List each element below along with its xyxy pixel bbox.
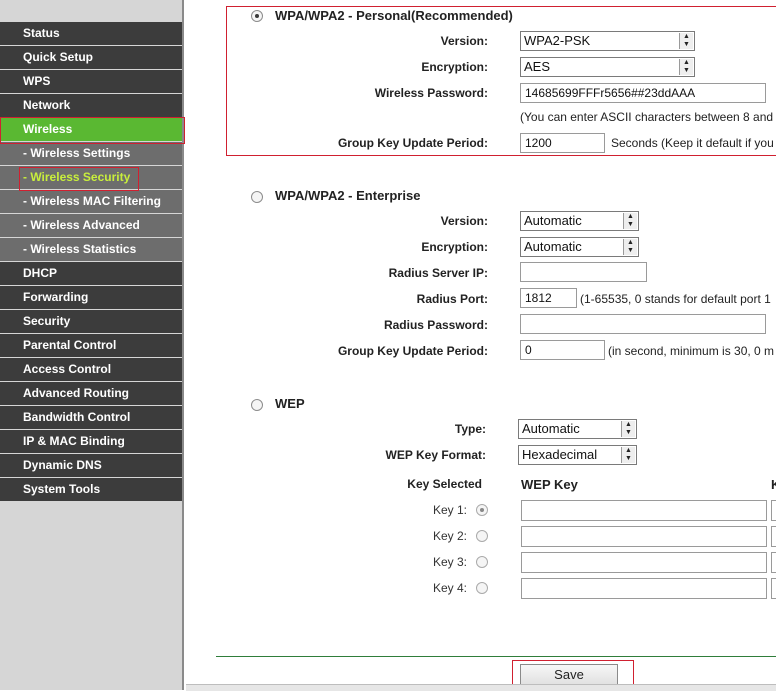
personal-gkup-input[interactable]: 1200 xyxy=(520,133,605,153)
personal-encryption-value: AES xyxy=(524,59,551,74)
wireless-password-input[interactable]: 14685699FFFr5656##23ddAAA xyxy=(520,83,766,103)
enterprise-version-label: Version: xyxy=(440,214,488,228)
personal-encryption-select[interactable]: AES ▲ ▼ xyxy=(520,57,695,77)
wep-type-value: Automatic xyxy=(522,421,580,436)
wep-key-extra-field[interactable] xyxy=(771,552,776,573)
clipped-column-header: K xyxy=(771,477,776,492)
radius-server-ip-label: Radius Server IP: xyxy=(388,266,488,280)
key-selected-header: Key Selected xyxy=(407,477,482,491)
wep-key-format-select[interactable]: Hexadecimal ▲ ▼ xyxy=(518,445,637,465)
radius-password-label: Radius Password: xyxy=(383,318,488,332)
wep-key-label: Key 2: xyxy=(432,529,467,543)
sidebar-item-advanced-routing[interactable]: Advanced Routing xyxy=(0,382,182,405)
enterprise-version-select[interactable]: Automatic ▲ ▼ xyxy=(520,211,639,231)
enterprise-encryption-value: Automatic xyxy=(524,239,582,254)
wep-key-input[interactable] xyxy=(521,552,767,573)
wep-key-label: Key 4: xyxy=(432,581,467,595)
sidebar-item-parental-control[interactable]: Parental Control xyxy=(0,334,182,357)
chevron-updown-icon: ▲ ▼ xyxy=(621,447,635,463)
wep-key-extra-field[interactable] xyxy=(771,578,776,599)
wep-key-radio[interactable] xyxy=(476,530,488,542)
save-button[interactable]: Save xyxy=(520,664,618,686)
wep-key-label: Key 3: xyxy=(432,555,467,569)
wep-key-radio[interactable] xyxy=(476,582,488,594)
sidebar-item-wireless-settings[interactable]: - Wireless Settings xyxy=(0,142,182,165)
enterprise-gkup-hint: (in second, minimum is 30, 0 m xyxy=(608,344,775,358)
sidebar-item-wireless-mac-filtering[interactable]: - Wireless MAC Filtering xyxy=(0,190,182,213)
sidebar-item-wireless-security[interactable]: - Wireless Security xyxy=(0,166,182,189)
wireless-password-label: Wireless Password: xyxy=(374,86,488,100)
wep-key-extra-field[interactable] xyxy=(771,526,776,547)
radius-port-input[interactable]: 1812 xyxy=(520,288,577,308)
sidebar-item-dhcp[interactable]: DHCP xyxy=(0,262,182,285)
personal-encryption-label: Encryption: xyxy=(421,60,488,74)
chevron-updown-icon: ▲ ▼ xyxy=(623,239,637,255)
enterprise-version-value: Automatic xyxy=(524,213,582,228)
wep-key-radio[interactable] xyxy=(476,556,488,568)
wep-key-format-label: WEP Key Format: xyxy=(385,448,486,462)
nav-list: Status Quick Setup WPS Network Wireless - Wir… xyxy=(0,22,182,502)
sidebar-item-access-control[interactable]: Access Control xyxy=(0,358,182,381)
radius-port-label: Radius Port: xyxy=(416,292,488,306)
wep-key-radio[interactable] xyxy=(476,504,488,516)
sidebar-item-forwarding[interactable]: Forwarding xyxy=(0,286,182,309)
password-hint: (You can enter ASCII characters between … xyxy=(520,110,774,124)
sidebar-item-status[interactable]: Status xyxy=(0,22,182,45)
sidebar-item-network[interactable]: Network xyxy=(0,94,182,117)
sidebar-item-quick-setup[interactable]: Quick Setup xyxy=(0,46,182,69)
wep-key-input[interactable] xyxy=(521,578,767,599)
sidebar-item-system-tools[interactable]: System Tools xyxy=(0,478,182,501)
personal-version-select[interactable]: WPA2-PSK ▲ ▼ xyxy=(520,31,695,51)
wep-radio[interactable] xyxy=(251,399,263,411)
sidebar-item-ip-mac-binding[interactable]: IP & MAC Binding xyxy=(0,430,182,453)
personal-version-value: WPA2-PSK xyxy=(524,33,591,48)
wep-key-format-value: Hexadecimal xyxy=(522,447,598,462)
chevron-updown-icon: ▲ ▼ xyxy=(679,59,693,75)
wep-type-select[interactable]: Automatic ▲ ▼ xyxy=(518,419,637,439)
sidebar-item-wireless-advanced[interactable]: - Wireless Advanced xyxy=(0,214,182,237)
enterprise-gkup-input[interactable]: 0 xyxy=(520,340,605,360)
sidebar-item-bandwidth-control[interactable]: Bandwidth Control xyxy=(0,406,182,429)
enterprise-gkup-label: Group Key Update Period: xyxy=(337,344,488,358)
wep-type-label: Type: xyxy=(454,422,486,436)
main-content: WPA/WPA2 - Personal(Recommended) Version… xyxy=(184,0,776,690)
footer-divider xyxy=(216,656,776,657)
chevron-updown-icon: ▲ ▼ xyxy=(621,421,635,437)
highlight-box-personal xyxy=(226,6,776,156)
chevron-updown-icon: ▲ ▼ xyxy=(623,213,637,229)
sidebar-item-security[interactable]: Security xyxy=(0,310,182,333)
radius-port-hint: (1-65535, 0 stands for default port 1 xyxy=(580,292,771,306)
wep-title: WEP xyxy=(275,396,305,411)
personal-gkup-hint: Seconds (Keep it default if you xyxy=(611,136,774,150)
wep-key-input[interactable] xyxy=(521,500,767,521)
sidebar-item-wps[interactable]: WPS xyxy=(0,70,182,93)
personal-title: WPA/WPA2 - Personal(Recommended) xyxy=(275,8,513,23)
wep-key-header: WEP Key xyxy=(521,477,578,492)
wep-key-extra-field[interactable] xyxy=(771,500,776,521)
personal-radio[interactable] xyxy=(251,10,263,22)
sidebar-item-wireless-statistics[interactable]: - Wireless Statistics xyxy=(0,238,182,261)
enterprise-encryption-label: Encryption: xyxy=(421,240,488,254)
sidebar-menu: Status Quick Setup WPS Network Wireless - Wir… xyxy=(0,0,182,690)
sidebar-item-dynamic-dns[interactable]: Dynamic DNS xyxy=(0,454,182,477)
enterprise-encryption-select[interactable]: Automatic ▲ ▼ xyxy=(520,237,639,257)
chevron-updown-icon: ▲ ▼ xyxy=(679,33,693,49)
enterprise-radio[interactable] xyxy=(251,191,263,203)
personal-gkup-label: Group Key Update Period: xyxy=(337,136,488,150)
wep-key-label: Key 1: xyxy=(432,503,467,517)
enterprise-title: WPA/WPA2 - Enterprise xyxy=(275,188,421,203)
wep-key-input[interactable] xyxy=(521,526,767,547)
radius-server-ip-input[interactable] xyxy=(520,262,647,282)
sidebar-item-wireless[interactable]: Wireless xyxy=(0,118,182,141)
radius-password-input[interactable] xyxy=(520,314,766,334)
personal-version-label: Version: xyxy=(440,34,488,48)
